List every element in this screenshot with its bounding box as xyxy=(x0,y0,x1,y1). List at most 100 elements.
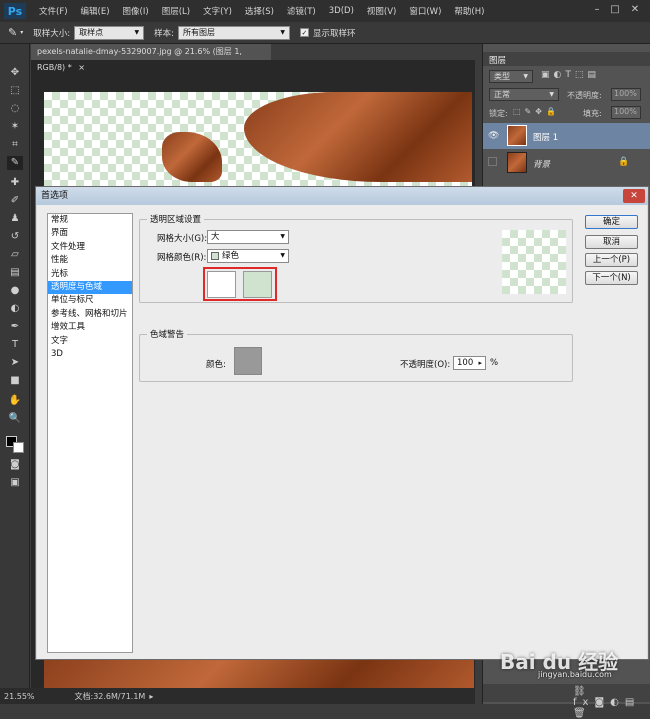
marquee-tool-icon[interactable]: ⬚ xyxy=(7,84,23,98)
category-guides-grid-slices[interactable]: 参考线、网格和切片 xyxy=(48,308,132,321)
cancel-button[interactable]: 取消 xyxy=(585,235,638,249)
type-tool-icon[interactable]: T xyxy=(7,338,23,352)
dodge-tool-icon[interactable]: ◐ xyxy=(7,302,23,316)
layer-row[interactable]: 👁 图层 1 xyxy=(483,123,650,149)
menu-type[interactable]: 文字(Y) xyxy=(203,5,232,17)
category-performance[interactable]: 性能 xyxy=(48,254,132,267)
eyedropper-icon[interactable]: ✎ xyxy=(8,26,17,39)
category-type[interactable]: 文字 xyxy=(48,335,132,348)
dialog-title-bar[interactable]: 首选项 ✕ xyxy=(36,187,648,205)
lock-label: 锁定: xyxy=(489,109,508,118)
category-general[interactable]: 常规 xyxy=(48,214,132,227)
visibility-toggle[interactable] xyxy=(488,157,497,166)
eye-icon[interactable]: 👁 xyxy=(488,131,499,141)
grid-size-select[interactable]: 大 ▼ xyxy=(207,230,289,244)
menu-edit[interactable]: 编辑(E) xyxy=(81,5,110,17)
chevron-down-icon: ▼ xyxy=(280,252,285,259)
zoom-tool-icon[interactable]: 🔍 xyxy=(7,412,23,426)
prev-button[interactable]: 上一个(P) xyxy=(585,253,638,267)
chevron-right-icon[interactable]: ▸ xyxy=(478,357,482,369)
gamut-color-label: 颜色: xyxy=(206,360,226,370)
history-brush-icon[interactable]: ↺ xyxy=(7,230,23,244)
category-interface[interactable]: 界面 xyxy=(48,227,132,240)
gamut-color-swatch[interactable] xyxy=(234,347,262,375)
quick-mask-icon[interactable]: ◙ xyxy=(7,458,23,472)
sample-label: 样本: xyxy=(154,28,174,39)
lock-icons[interactable]: ⬚✎✥🔒 xyxy=(513,107,560,116)
healing-brush-icon[interactable]: ✚ xyxy=(7,176,23,190)
layer-name[interactable]: 图层 1 xyxy=(533,131,558,143)
layer-kind-filter[interactable]: 类型 ▼ xyxy=(489,70,533,83)
layer-name[interactable]: 背景 xyxy=(533,158,550,170)
fill-label: 填充: xyxy=(583,109,602,118)
fill-input[interactable]: 100% xyxy=(611,106,641,119)
category-plugins[interactable]: 增效工具 xyxy=(48,321,132,334)
ok-button[interactable]: 确定 xyxy=(585,215,638,229)
close-icon[interactable]: ✕ xyxy=(623,189,645,203)
menu-file[interactable]: 文件(F) xyxy=(39,5,68,17)
menu-help[interactable]: 帮助(H) xyxy=(454,5,484,17)
background-color-swatch[interactable] xyxy=(13,442,24,453)
maximize-icon[interactable]: □ xyxy=(608,3,622,17)
crop-tool-icon[interactable]: ⌗ xyxy=(7,138,23,152)
zoom-level[interactable]: 21.55% xyxy=(4,692,35,701)
rectangle-tool-icon[interactable]: ■ xyxy=(7,374,23,388)
path-select-icon[interactable]: ➤ xyxy=(7,356,23,370)
minimize-icon[interactable]: – xyxy=(590,3,604,17)
lasso-tool-icon[interactable]: ◌ xyxy=(7,102,23,116)
category-transparency-gamut[interactable]: 透明度与色域 xyxy=(48,280,132,295)
menu-window[interactable]: 窗口(W) xyxy=(409,5,441,17)
magic-wand-icon[interactable]: ✶ xyxy=(7,120,23,134)
layer-thumbnail xyxy=(507,152,527,173)
pen-tool-icon[interactable]: ✒ xyxy=(7,320,23,334)
gamut-opacity-input[interactable]: 100 ▸ xyxy=(453,356,486,370)
category-file-handling[interactable]: 文件处理 xyxy=(48,241,132,254)
transparency-legend: 透明区域设置 xyxy=(147,213,205,225)
menu-image[interactable]: 图像(I) xyxy=(123,5,149,17)
close-window-icon[interactable]: ✕ xyxy=(628,3,642,17)
menu-select[interactable]: 选择(S) xyxy=(245,5,274,17)
sample-select[interactable]: 所有图层 ▼ xyxy=(177,25,290,40)
menu-layer[interactable]: 图层(L) xyxy=(162,5,190,17)
eraser-tool-icon[interactable]: ▱ xyxy=(7,248,23,262)
dialog-body: 常规 界面 文件处理 性能 光标 透明度与色域 单位与标尺 参考线、网格和切片 … xyxy=(37,205,647,659)
gamut-opacity-unit: % xyxy=(490,358,499,368)
document-tab[interactable]: pexels-natalie-dmay-5329007.jpg @ 21.6% … xyxy=(31,44,271,72)
category-cursors[interactable]: 光标 xyxy=(48,268,132,281)
layers-panel-tab[interactable]: 图层 xyxy=(489,54,506,66)
options-bar: ✎ ▾ 取样大小: 取样点 ▼ 样本: 所有图层 ▼ ✓ 显示取样环 xyxy=(0,22,650,44)
blur-tool-icon[interactable]: ● xyxy=(7,284,23,298)
layer-thumbnail xyxy=(507,125,527,146)
grid-size-value: 大 xyxy=(211,232,220,242)
grid-color-swatch-1[interactable] xyxy=(207,271,236,298)
chevron-right-icon[interactable]: ▸ xyxy=(149,692,153,701)
chevron-down-icon: ▼ xyxy=(523,73,528,80)
chevron-down-icon: ▼ xyxy=(549,91,554,98)
brush-tool-icon[interactable]: ✐ xyxy=(7,194,23,208)
screen-mode-icon[interactable]: ▣ xyxy=(7,476,23,490)
chevron-down-icon[interactable]: ▾ xyxy=(20,29,23,36)
sample-size-select[interactable]: 取样点 ▼ xyxy=(74,25,145,40)
blend-mode-value: 正常 xyxy=(494,90,510,99)
hand-tool-icon[interactable]: ✋ xyxy=(7,394,23,408)
layer-filter-icons[interactable]: ▣◐T⬚▤ xyxy=(541,70,600,80)
next-button[interactable]: 下一个(N) xyxy=(585,271,638,285)
menu-filter[interactable]: 滤镜(T) xyxy=(287,5,316,17)
blend-mode-select[interactable]: 正常 ▼ xyxy=(489,88,559,101)
grid-color-swatch-2[interactable] xyxy=(243,271,272,298)
opacity-input[interactable]: 100% xyxy=(611,88,641,101)
category-3d[interactable]: 3D xyxy=(48,348,132,361)
layer-row[interactable]: 背景 🔒 xyxy=(483,150,650,176)
menu-view[interactable]: 视图(V) xyxy=(367,5,396,17)
layer-action-icons[interactable]: ⛓fx◙◐▤🗑 xyxy=(573,686,650,719)
category-list: 常规 界面 文件处理 性能 光标 透明度与色域 单位与标尺 参考线、网格和切片 … xyxy=(47,213,133,653)
gradient-tool-icon[interactable]: ▤ xyxy=(7,266,23,280)
close-tab-icon[interactable]: × xyxy=(78,63,85,72)
show-ring-checkbox[interactable]: ✓ xyxy=(299,28,309,37)
move-tool-icon[interactable]: ✥ xyxy=(7,66,23,80)
category-units-rulers[interactable]: 单位与标尺 xyxy=(48,294,132,307)
grid-colors-select[interactable]: 绿色 ▼ xyxy=(207,249,289,263)
clone-stamp-icon[interactable]: ♟ xyxy=(7,212,23,226)
eyedropper-tool-icon[interactable]: ✎ xyxy=(7,156,23,170)
menu-3d[interactable]: 3D(D) xyxy=(329,6,354,16)
